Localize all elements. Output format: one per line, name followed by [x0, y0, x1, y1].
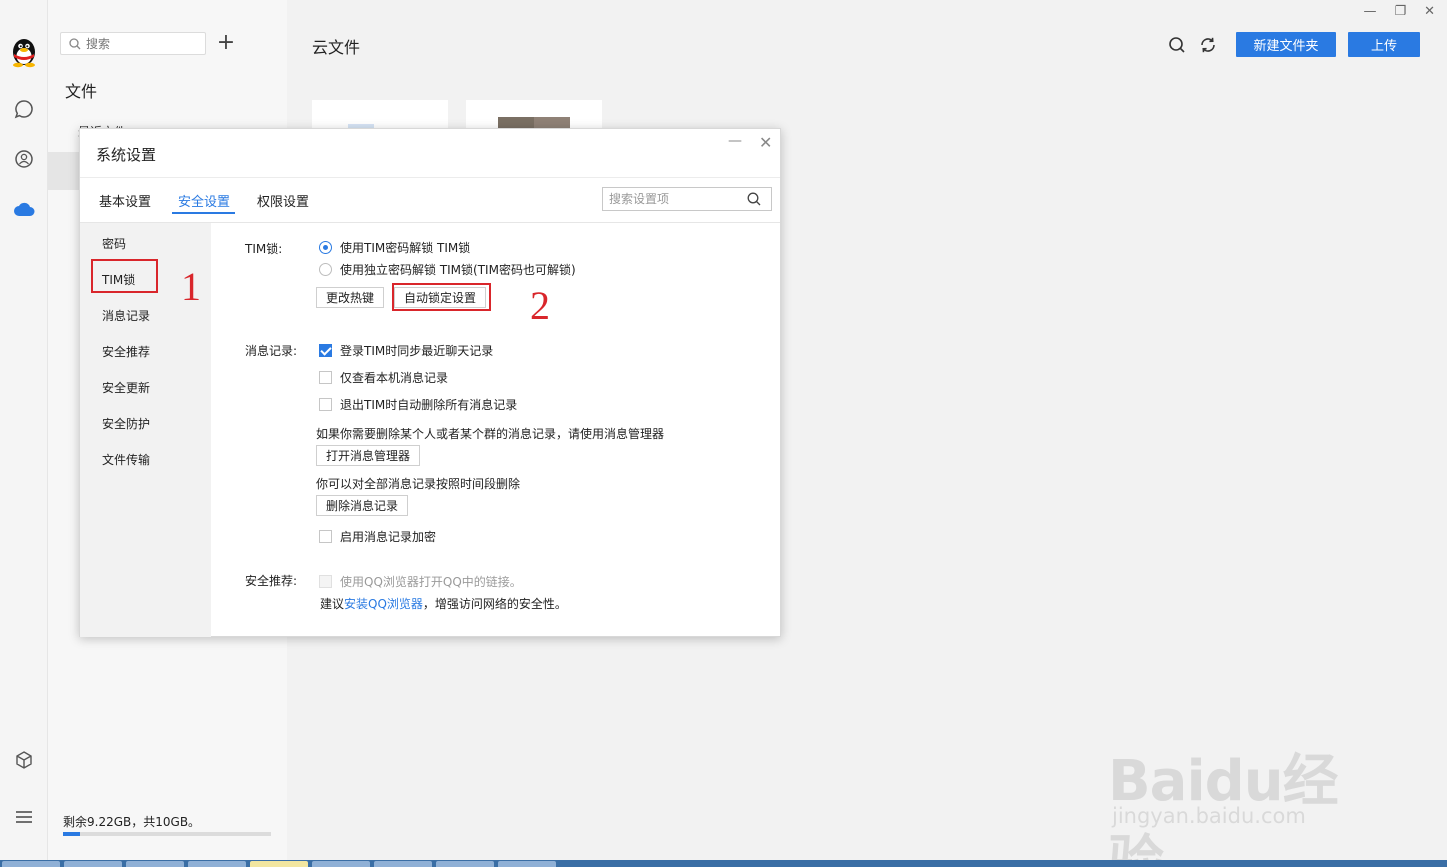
- checkbox-unchecked[interactable]: [319, 398, 332, 411]
- delete-by-time-hint: 你可以对全部消息记录按照时间段删除: [316, 477, 521, 491]
- os-taskbar: [0, 860, 1447, 867]
- search-icon[interactable]: [747, 192, 761, 206]
- option-label: 使用TIM密码解锁 TIM锁: [340, 241, 471, 255]
- radio-selected[interactable]: [319, 241, 332, 254]
- option-label: 使用独立密码解锁 TIM锁(TIM密码也可解锁): [340, 263, 576, 277]
- taskbar-item[interactable]: [374, 861, 432, 867]
- window-controls: — ❐ ✕: [1363, 4, 1435, 19]
- refresh-icon[interactable]: [1199, 36, 1217, 54]
- annotation-box-auto-lock: [392, 283, 491, 311]
- delete-message-record-button[interactable]: 删除消息记录: [316, 495, 409, 516]
- category-security-protection[interactable]: 安全防护: [102, 415, 150, 432]
- taskbar-item[interactable]: [188, 861, 246, 867]
- category-file-transfer[interactable]: 文件传输: [102, 451, 150, 468]
- local-record-only-option[interactable]: 仅查看本机消息记录: [319, 369, 448, 386]
- category-security-recommend[interactable]: 安全推荐: [102, 343, 150, 360]
- storage-bar: [63, 832, 271, 836]
- qq-penguin-avatar-icon[interactable]: [7, 34, 41, 68]
- chat-icon[interactable]: [12, 97, 36, 121]
- checkbox-disabled: [319, 575, 332, 588]
- checkbox-checked[interactable]: [319, 344, 332, 357]
- upload-button[interactable]: 上传: [1348, 32, 1420, 57]
- page-title: 云文件: [312, 38, 361, 57]
- change-hotkey-button[interactable]: 更改热键: [316, 287, 385, 308]
- active-tab-underline: [172, 212, 235, 214]
- tip-suffix: ，增强访问网络的安全性。: [422, 597, 567, 611]
- dialog-close-button[interactable]: ✕: [759, 133, 772, 152]
- taskbar-item[interactable]: [126, 861, 184, 867]
- baidu-jingyan-watermark: Baidu经验 jingyan.baidu.com: [1108, 712, 1378, 867]
- taskbar-item[interactable]: [436, 861, 494, 867]
- contacts-icon[interactable]: [12, 147, 36, 171]
- encrypt-record-option[interactable]: 启用消息记录加密: [319, 528, 436, 545]
- sidebar-search-input[interactable]: [86, 36, 196, 51]
- system-settings-dialog: 系统设置 — ✕ 基本设置 安全设置 权限设置 密码 TIM锁 消息记录 安全推…: [79, 128, 781, 637]
- taskbar-item[interactable]: [312, 861, 370, 867]
- category-message-record[interactable]: 消息记录: [102, 307, 150, 324]
- open-link-qq-browser-option: 使用QQ浏览器打开QQ中的链接。: [319, 573, 522, 590]
- window-minimize-button[interactable]: —: [1363, 4, 1376, 19]
- taskbar-item[interactable]: [498, 861, 556, 867]
- taskbar-item[interactable]: [2, 861, 60, 867]
- tab-permission-settings[interactable]: 权限设置: [257, 191, 309, 210]
- message-manager-hint: 如果你需要删除某个人或者某个群的消息记录，请使用消息管理器: [316, 427, 665, 441]
- dialog-title: 系统设置: [96, 146, 157, 164]
- icon-rail: [0, 0, 48, 860]
- sidebar-search-box[interactable]: [60, 32, 206, 55]
- new-folder-button[interactable]: 新建文件夹: [1236, 32, 1336, 57]
- tab-basic-settings[interactable]: 基本设置: [99, 191, 151, 210]
- add-button[interactable]: +: [216, 32, 236, 56]
- option-label: 仅查看本机消息记录: [340, 371, 449, 385]
- category-password[interactable]: 密码: [102, 235, 126, 252]
- tim-lock-label: TIM锁:: [245, 242, 283, 256]
- option-label: 退出TIM时自动删除所有消息记录: [340, 398, 518, 412]
- search-icon: [69, 37, 81, 49]
- window-close-button[interactable]: ✕: [1424, 4, 1435, 19]
- tip-prefix: 建议: [320, 597, 345, 611]
- taskbar-item-active[interactable]: [250, 861, 308, 867]
- open-message-manager-button[interactable]: 打开消息管理器: [316, 445, 421, 466]
- cloud-file-icon[interactable]: [12, 197, 36, 221]
- category-security-update[interactable]: 安全更新: [102, 379, 150, 396]
- taskbar-item[interactable]: [64, 861, 122, 867]
- settings-search-input[interactable]: [609, 192, 747, 206]
- option-label: 使用QQ浏览器打开QQ中的链接。: [340, 575, 522, 589]
- annotation-number-2: 2: [530, 283, 550, 328]
- dialog-divider: [80, 177, 780, 178]
- sidebar-section-title: 文件: [65, 82, 98, 101]
- app-box-icon[interactable]: [12, 748, 36, 772]
- annotation-box-tim-lock: [91, 259, 158, 293]
- message-record-label: 消息记录:: [245, 344, 298, 358]
- tim-lock-option-tim-password[interactable]: 使用TIM密码解锁 TIM锁: [319, 239, 470, 256]
- menu-icon[interactable]: [12, 805, 36, 829]
- security-recommend-label: 安全推荐:: [245, 574, 298, 588]
- storage-text: 剩余9.22GB，共10GB。: [63, 815, 201, 829]
- window-restore-button[interactable]: ❐: [1394, 4, 1406, 19]
- settings-search-box[interactable]: [602, 187, 772, 211]
- tab-security-settings[interactable]: 安全设置: [178, 191, 230, 210]
- dialog-minimize-button[interactable]: —: [728, 133, 742, 149]
- checkbox-unchecked[interactable]: [319, 530, 332, 543]
- option-label: 启用消息记录加密: [340, 530, 437, 544]
- annotation-number-1: 1: [181, 264, 201, 309]
- radio-unselected[interactable]: [319, 263, 332, 276]
- tim-lock-option-independent-password[interactable]: 使用独立密码解锁 TIM锁(TIM密码也可解锁): [319, 261, 576, 278]
- checkbox-unchecked[interactable]: [319, 371, 332, 384]
- browser-recommend-tip: 建议安装QQ浏览器，增强访问网络的安全性。: [320, 595, 567, 612]
- search-icon[interactable]: [1168, 36, 1186, 54]
- watermark-url: jingyan.baidu.com: [1112, 804, 1306, 828]
- watermark-brand: Baidu经验: [1108, 749, 1339, 867]
- option-label: 登录TIM时同步最近聊天记录: [340, 344, 494, 358]
- storage-bar-fill: [63, 832, 80, 836]
- sync-recent-chat-option[interactable]: 登录TIM时同步最近聊天记录: [319, 342, 493, 359]
- delete-on-exit-option[interactable]: 退出TIM时自动删除所有消息记录: [319, 396, 517, 413]
- install-qq-browser-link[interactable]: 安装QQ浏览器: [344, 597, 423, 611]
